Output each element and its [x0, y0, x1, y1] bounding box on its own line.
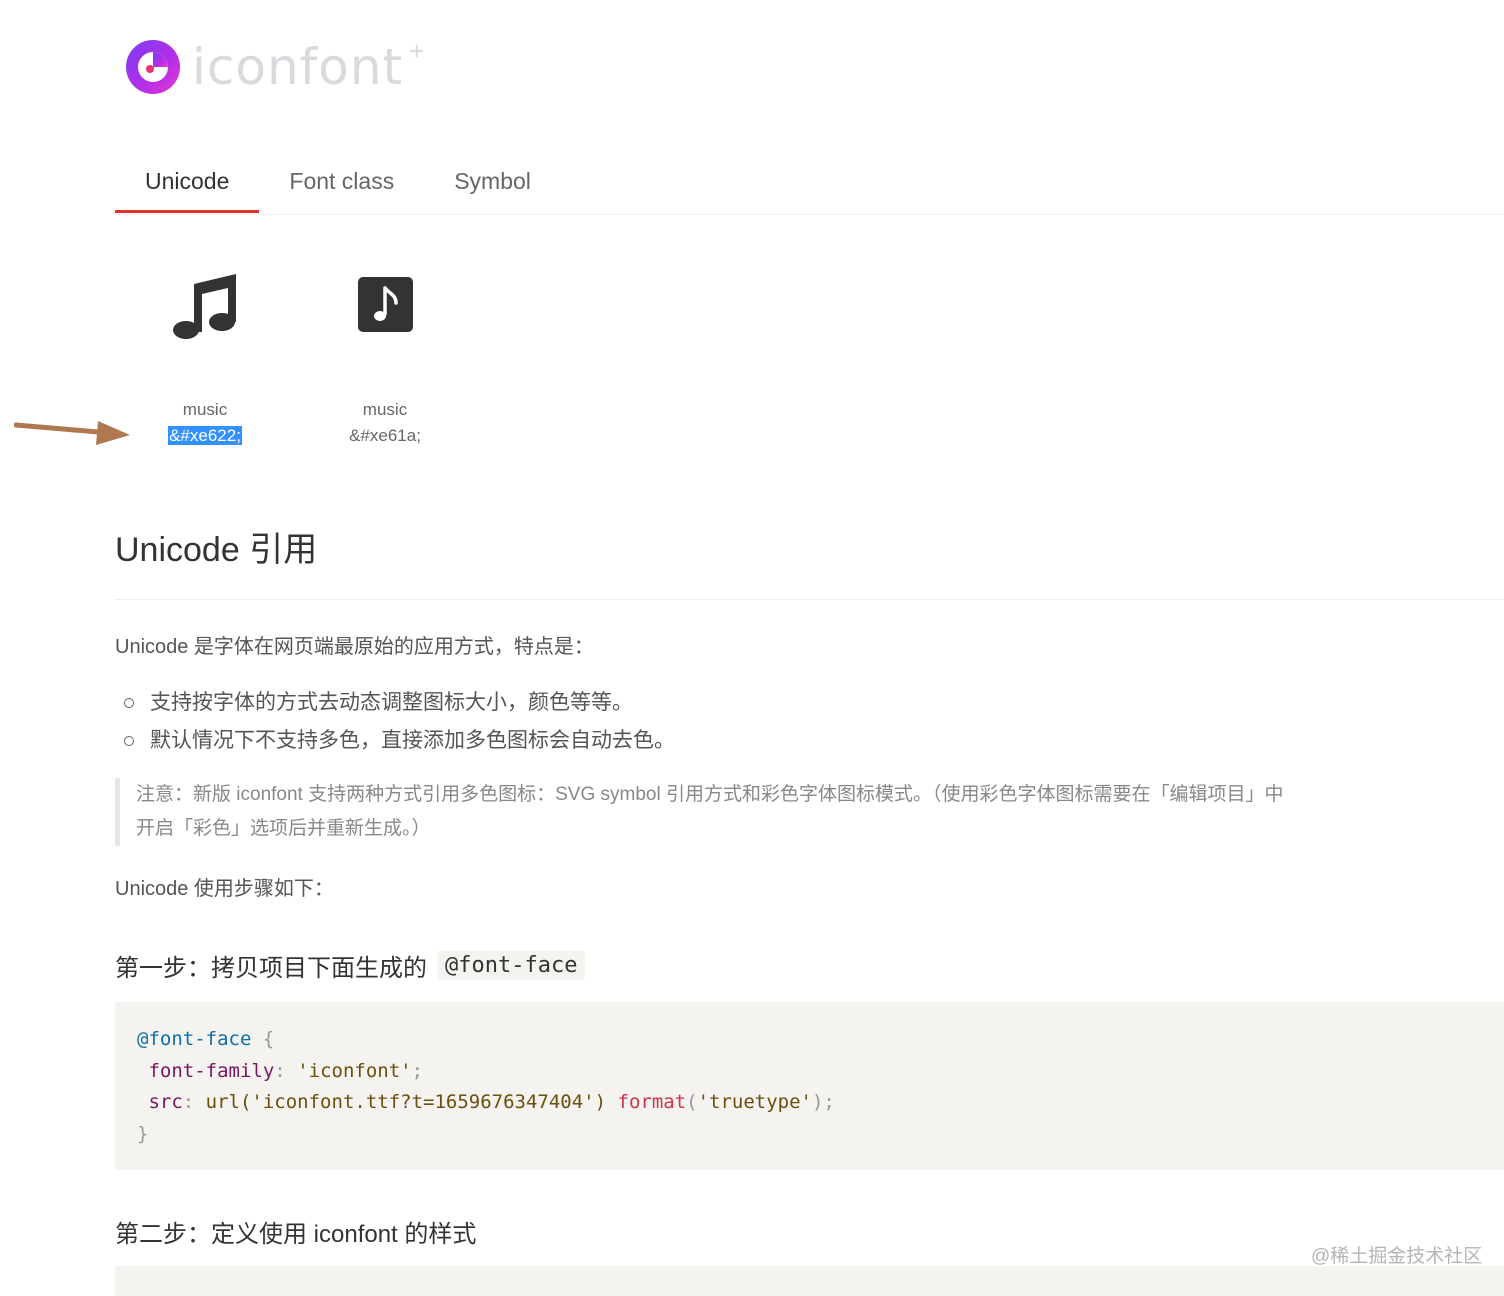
watermark: @稀土掘金技术社区: [1311, 1246, 1483, 1267]
bullet-icon: [124, 736, 134, 746]
code-token: );: [811, 1091, 835, 1113]
list-item-text: 支持按字体的方式去动态调整图标大小，颜色等等。: [150, 691, 633, 714]
code-token: format: [617, 1091, 687, 1113]
bullet-icon: [124, 698, 134, 708]
icon-unicode[interactable]: &#xe61a;: [295, 426, 475, 446]
logo-plus: +: [409, 36, 425, 66]
inline-code: @font-face: [437, 951, 586, 980]
code-token: 'truetype': [697, 1091, 812, 1113]
icon-card[interactable]: music &#xe622;: [115, 240, 295, 460]
icon-card[interactable]: music &#xe61a;: [295, 240, 475, 460]
code-token: url('iconfont.ttf?t=1659676347404'): [205, 1091, 607, 1113]
section-title: Unicode 引用: [115, 531, 318, 569]
code-token: 'iconfont': [297, 1059, 412, 1082]
iconfont-logo-icon: [126, 40, 180, 94]
icon-name: music: [182, 400, 228, 419]
code-token: @font-face: [137, 1028, 252, 1050]
code-token: {: [251, 1028, 275, 1050]
step-1-title-text: 第一步：拷贝项目下面生成的: [115, 955, 427, 982]
feature-list: 支持按字体的方式去动态调整图标大小，颜色等等。 默认情况下不支持多色，直接添加多…: [124, 688, 675, 764]
code-token: src: [148, 1091, 183, 1113]
code-block[interactable]: @font-face { font-family: 'iconfont'; sr…: [115, 1002, 1504, 1170]
code-token: ;: [411, 1059, 424, 1082]
tab-symbol[interactable]: Symbol: [424, 150, 561, 213]
code-token: :: [182, 1091, 206, 1113]
code-token: }: [137, 1122, 149, 1145]
intro-text: Unicode 是字体在网页端最原始的应用方式，特点是：: [115, 636, 594, 658]
code-block[interactable]: [115, 1266, 1504, 1296]
step-2-title: 第二步：定义使用 iconfont 的样式: [115, 1221, 477, 1248]
divider: [115, 599, 1504, 600]
music-notes-icon: [173, 274, 236, 339]
icon-unicode-text: &#xe61a;: [349, 426, 421, 445]
code-token: font-family: [148, 1059, 275, 1082]
icon-name: music: [362, 400, 408, 419]
tab-bar: Unicode Font class Symbol: [115, 150, 1504, 215]
list-item: 默认情况下不支持多色，直接添加多色图标会自动去色。: [124, 726, 675, 764]
icon-unicode[interactable]: &#xe622;: [115, 426, 295, 446]
logo-wordmark: iconfont: [192, 38, 404, 96]
tab-unicode[interactable]: Unicode: [115, 150, 260, 213]
music-square-icon: [358, 277, 413, 332]
note-line: 注意：新版 iconfont 支持两种方式引用多色图标：SVG symbol 引…: [136, 784, 1284, 805]
tab-font-class[interactable]: Font class: [259, 150, 424, 213]
annotation-arrow-icon: [14, 421, 130, 445]
icon-list: music &#xe622; music &#xe61a;: [115, 240, 475, 460]
icon-unicode-text: &#xe622;: [168, 426, 242, 445]
iconfont-logo[interactable]: iconfont +: [126, 36, 424, 96]
list-item: 支持按字体的方式去动态调整图标大小，颜色等等。: [124, 688, 675, 726]
note-blockquote: 注意：新版 iconfont 支持两种方式引用多色图标：SVG symbol 引…: [115, 778, 1336, 846]
steps-intro: Unicode 使用步骤如下：: [115, 878, 334, 900]
step-1-title: 第一步：拷贝项目下面生成的 @font-face: [115, 948, 586, 983]
note-line: 开启「彩色」选项后并重新生成。）: [136, 818, 431, 839]
list-item-text: 默认情况下不支持多色，直接添加多色图标会自动去色。: [150, 729, 675, 752]
code-token: (: [686, 1091, 698, 1113]
code-token: :: [274, 1059, 298, 1082]
